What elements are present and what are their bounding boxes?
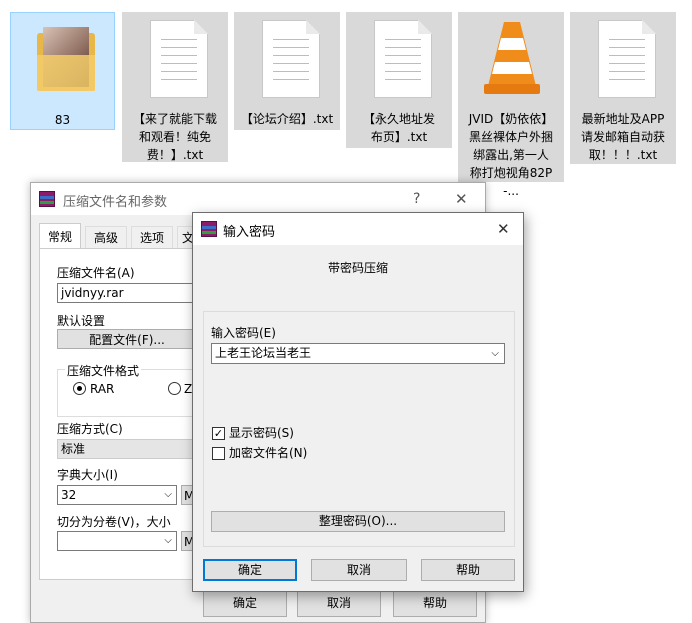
split-volumes-label: 切分为分卷(V)，大小: [57, 515, 171, 529]
close-icon[interactable]: ✕: [497, 220, 510, 238]
encrypt-filenames-checkbox[interactable]: [212, 447, 225, 460]
ok-button[interactable]: 确定: [203, 589, 287, 617]
show-password-label: 显示密码(S): [229, 426, 294, 440]
help-title-button[interactable]: ?: [413, 191, 420, 207]
text-file-icon: [374, 20, 432, 98]
password-input-label: 输入密码(E): [211, 326, 276, 340]
dictionary-size-value: 32: [61, 488, 77, 502]
text-file-icon: [150, 20, 208, 98]
desktop-file-txt[interactable]: 【来了就能下载和观看！纯免费！】.txt: [122, 12, 228, 162]
encrypt-filenames-label: 加密文件名(N): [229, 446, 308, 460]
radio-dot: [77, 386, 82, 391]
compression-method-label: 压缩方式(C): [57, 422, 123, 436]
tab-label: 选项: [139, 231, 164, 245]
folder-icon: [37, 27, 95, 91]
help-button[interactable]: 帮助: [421, 559, 515, 581]
profiles-button[interactable]: 配置文件(F)...: [57, 329, 197, 349]
tab-general[interactable]: 常规: [39, 223, 81, 250]
file-label: 【论坛介绍】.txt: [240, 112, 334, 126]
format-zip-radio[interactable]: [168, 382, 181, 395]
chevron-down-icon: ⌵: [491, 348, 499, 359]
ok-button[interactable]: 确定: [203, 559, 297, 581]
show-password-checkbox[interactable]: ✓: [212, 427, 225, 440]
password-dialog: 输入密码 ✕ 带密码压缩 输入密码(E) 上老王论坛当老王 ⌵ ✓ 显示密码(S…: [192, 212, 524, 592]
desktop-file-txt[interactable]: 【永久地址发布页】.txt: [346, 12, 452, 148]
split-volumes-select[interactable]: ⌵: [57, 531, 177, 551]
desktop-file-video[interactable]: JVID【奶依依】黑丝裸体户外捆绑露出,第一人称打炮视角82P-...: [458, 12, 564, 198]
compression-method-value: 标准: [61, 442, 86, 456]
file-label: 【来了就能下载和观看！纯免费！】.txt: [132, 112, 217, 162]
desktop-file-txt[interactable]: 最新地址及APP请发邮箱自动获取！！！.txt: [570, 12, 676, 164]
tab-options[interactable]: 选项: [131, 226, 173, 250]
desktop-file-folder-83[interactable]: 83: [10, 12, 115, 130]
organize-passwords-button[interactable]: 整理密码(O)...: [211, 511, 505, 532]
winrar-icon: [39, 191, 55, 207]
vlc-cone-icon: [482, 18, 542, 98]
text-file-icon: [262, 20, 320, 98]
password-heading: 带密码压缩: [327, 261, 388, 275]
password-dialog-titlebar[interactable]: 输入密码 ✕: [193, 213, 523, 245]
dictionary-size-label: 字典大小(I): [57, 468, 118, 482]
cancel-button[interactable]: 取消: [311, 559, 407, 581]
archive-format-label: 压缩文件格式: [65, 363, 142, 379]
cancel-button[interactable]: 取消: [297, 589, 381, 617]
file-label: 最新地址及APP请发邮箱自动获取！！！.txt: [580, 112, 665, 162]
format-rar-label: RAR: [90, 382, 115, 396]
chevron-down-icon: ⌵: [164, 489, 172, 500]
tab-label: 常规: [47, 230, 72, 244]
password-value: 上老王论坛当老王: [215, 346, 312, 360]
archive-name-input[interactable]: jvidnyy.rar: [57, 283, 197, 303]
archive-dialog-titlebar[interactable]: 压缩文件名和参数 ? ✕: [31, 183, 485, 215]
help-button[interactable]: 帮助: [393, 589, 477, 617]
dictionary-size-select[interactable]: 32 ⌵: [57, 485, 177, 505]
password-input[interactable]: 上老王论坛当老王 ⌵: [211, 343, 505, 364]
format-rar-radio[interactable]: [73, 382, 86, 395]
file-label: 【永久地址发布页】.txt: [362, 112, 435, 144]
checkmark-icon: ✓: [213, 427, 224, 440]
archive-dialog-title: 压缩文件名和参数: [63, 195, 168, 210]
tab-advanced[interactable]: 高级: [85, 226, 127, 250]
compression-method-select[interactable]: 标准: [57, 439, 197, 459]
password-dialog-title: 输入密码: [223, 225, 276, 240]
file-label: 83: [54, 113, 71, 127]
tab-label: 高级: [93, 231, 118, 245]
chevron-down-icon: ⌵: [164, 535, 172, 546]
archive-name-label: 压缩文件名(A): [57, 266, 135, 280]
close-icon[interactable]: ✕: [455, 190, 468, 208]
default-settings-label: 默认设置: [57, 314, 106, 328]
desktop-file-txt[interactable]: 【论坛介绍】.txt: [234, 12, 340, 130]
text-file-icon: [598, 20, 656, 98]
winrar-icon: [201, 221, 217, 237]
